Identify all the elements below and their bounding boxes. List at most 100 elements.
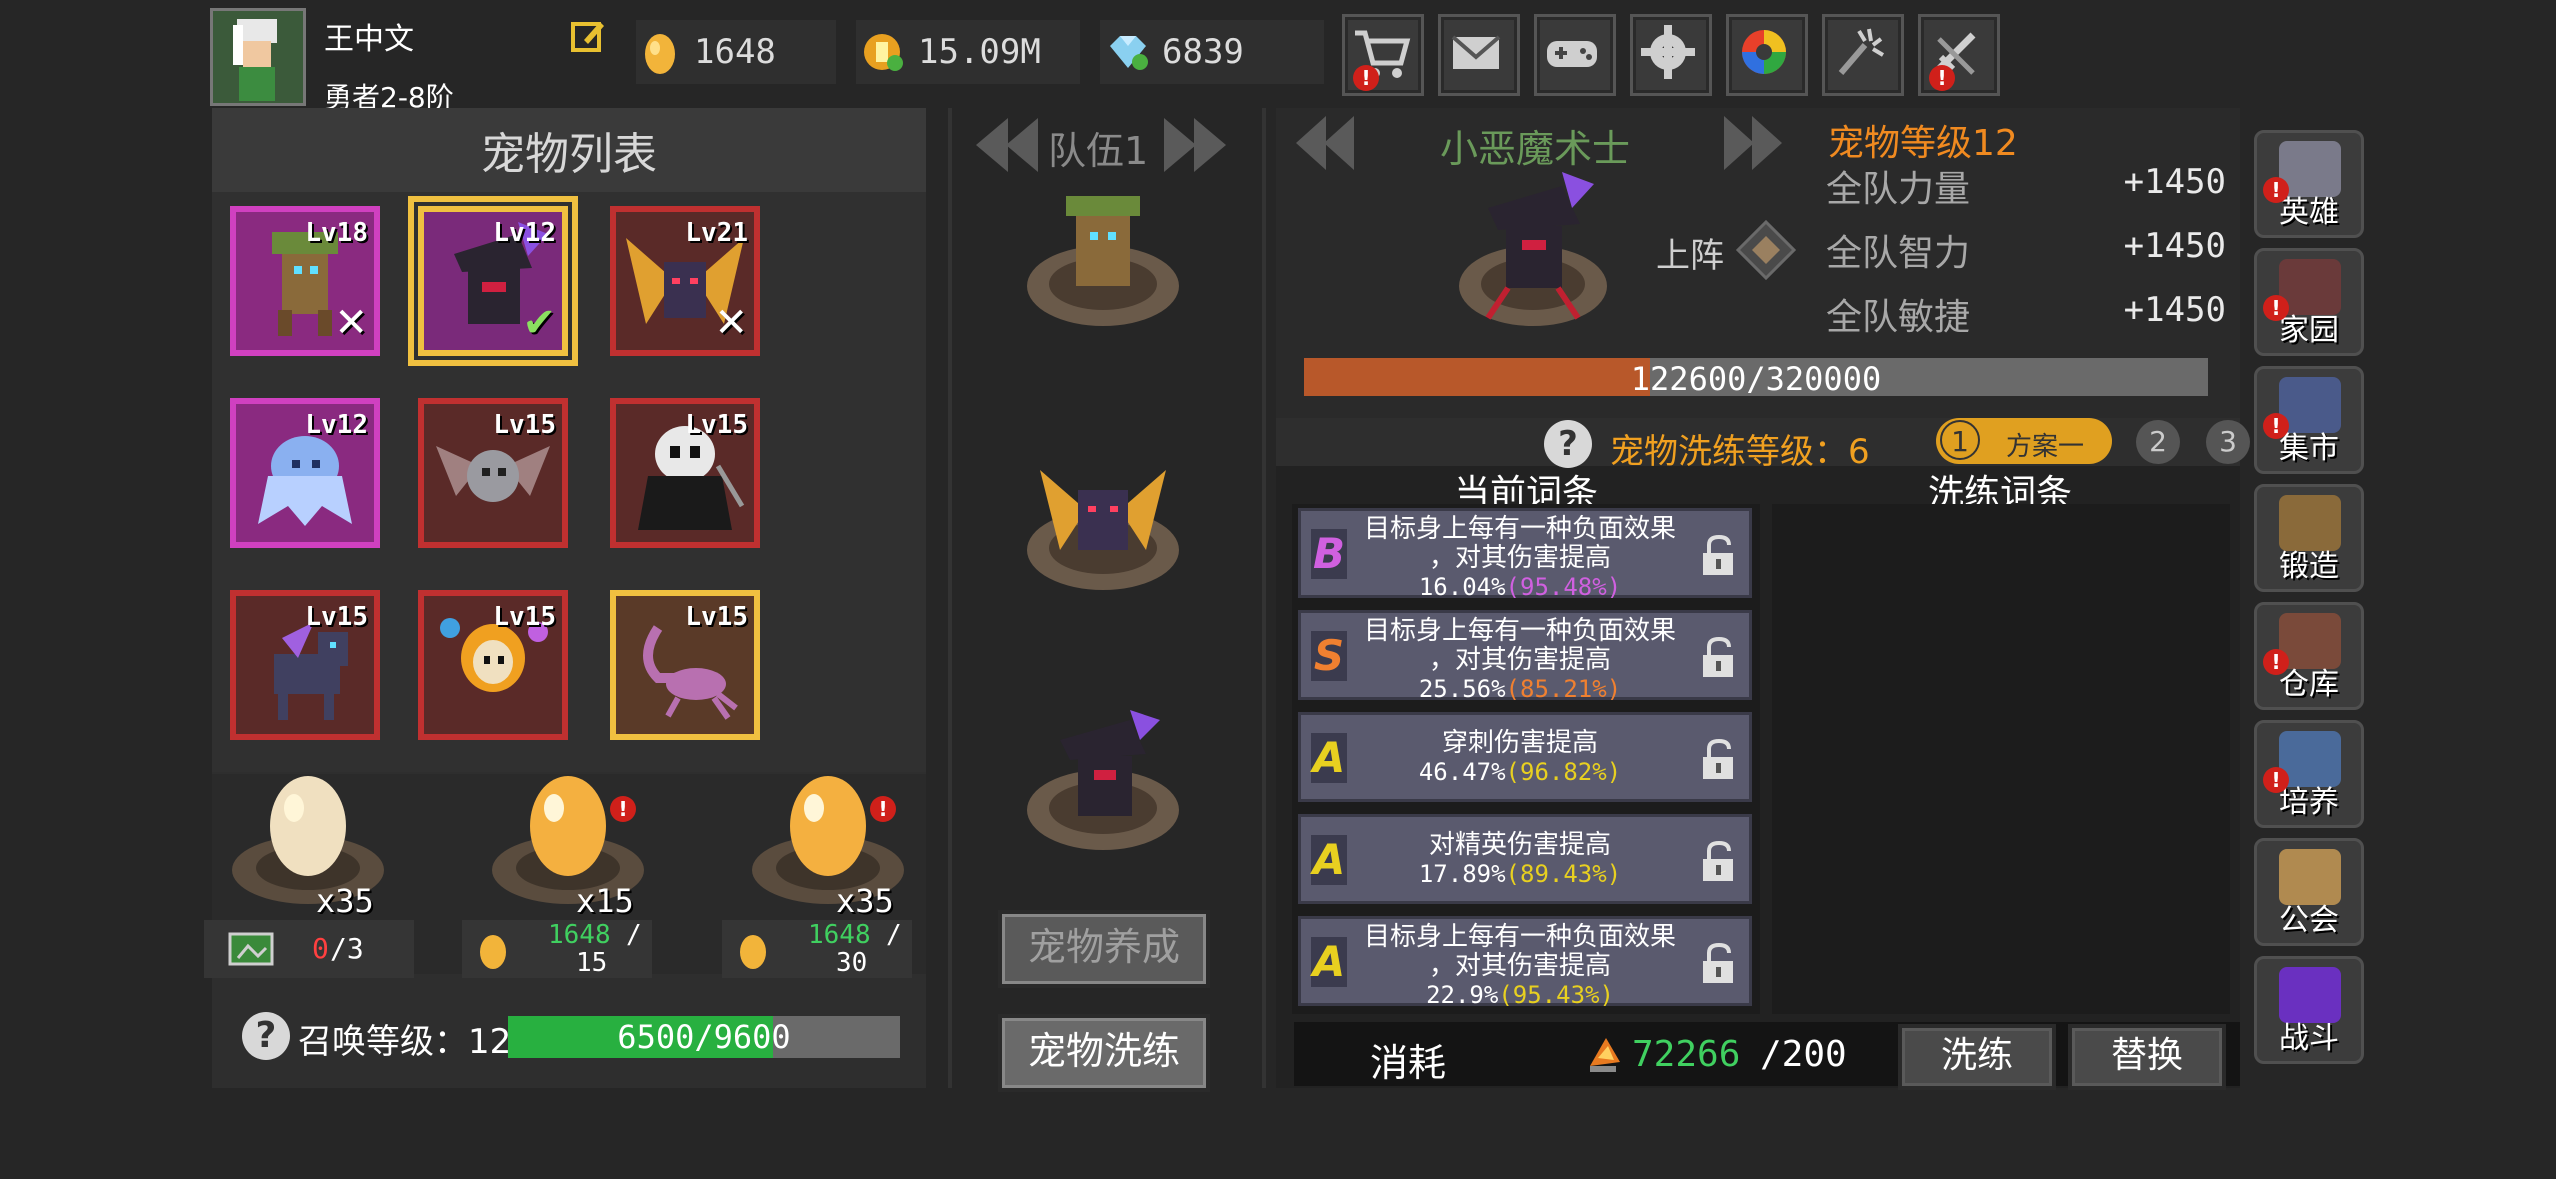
entry-max-value: (89.43%) [1505, 860, 1622, 888]
entry-current-value: 16.04% [1418, 573, 1506, 601]
team-member-3[interactable] [1020, 700, 1186, 860]
exp-text: 122600/320000 [1630, 360, 1882, 398]
exp-bar: 122600/320000 [1304, 358, 2208, 398]
team-prev-arrow[interactable] [966, 110, 1046, 180]
sidebar-item-4[interactable]: 锻造 [2254, 484, 2364, 592]
entry-max-value: (95.48%) [1505, 573, 1622, 601]
pet-level-badge: Lv12 [493, 218, 556, 248]
unlock-icon[interactable] [1699, 636, 1739, 679]
egg-cost: 0/3 [204, 920, 414, 978]
refine-entry[interactable]: S 目标身上每有一种负面效果 ，对其伤害提高 25.56%(85.21%) [1298, 610, 1752, 703]
team-member-2[interactable] [1020, 440, 1186, 600]
plan-tab-1[interactable]: 1 方案一 [1936, 418, 2112, 464]
pet-slot-grey-bat[interactable]: Lv15 [418, 398, 568, 548]
pet-name: 小恶魔术士 [1440, 127, 1631, 171]
egg-cost-need: 30 [836, 948, 868, 978]
entry-grade: S [1311, 631, 1347, 681]
plan-tab-3[interactable]: 3 [2206, 420, 2250, 464]
entry-values: 22.9%(95.43%) [1353, 981, 1687, 1010]
pet-slot-treant[interactable]: Lv18 ✕ [230, 206, 380, 356]
pet-raise-button[interactable]: 宠物养成 [998, 910, 1210, 988]
unlock-icon[interactable] [1699, 738, 1739, 781]
entry-line2: ，对其伤害提高 [1428, 951, 1611, 981]
gamepad-button[interactable] [1534, 14, 1616, 96]
pet-slot-reaper[interactable]: Lv15 [610, 398, 760, 548]
edit-name-icon[interactable] [570, 18, 606, 54]
pet-prev-arrow[interactable] [1284, 110, 1364, 176]
diamond-icon [1106, 32, 1148, 72]
sidebar-item-7[interactable]: 公会 [2254, 838, 2364, 946]
refine-button[interactable]: 洗练 [1898, 1024, 2056, 1090]
gold-count: 15.09M [918, 32, 1041, 72]
refine-entry[interactable]: A 对精英伤害提高 17.89%(89.43%) [1298, 814, 1752, 904]
pet-slot-scorpion[interactable]: Lv15 [610, 590, 760, 740]
refine-help-icon[interactable]: ? [1544, 420, 1592, 468]
sidebar-item-3[interactable]: 集市! [2254, 366, 2364, 474]
sidebar-item-2[interactable]: 家园! [2254, 248, 2364, 356]
entry-current-value: 22.9% [1426, 981, 1499, 1009]
sidebar-item-label: 锻造 [2279, 549, 2339, 584]
pet-slot-purple-pony[interactable]: Lv15 [230, 590, 380, 740]
team-next-arrow[interactable] [1156, 110, 1236, 180]
unlock-icon[interactable] [1699, 534, 1739, 577]
refine-entry[interactable]: A 目标身上每有一种负面效果 ，对其伤害提高 22.9%(95.43%) [1298, 916, 1752, 1009]
summon-level-label: 召唤等级：12 [298, 1022, 512, 1062]
sidebar-alert-icon: ! [2263, 177, 2289, 203]
egg-count: x35 [836, 882, 894, 920]
video-ad-icon[interactable] [228, 930, 278, 968]
sidebar-item-8[interactable]: 战斗 [2254, 956, 2364, 1064]
in-team-x-icon: ✕ [714, 300, 748, 346]
shop-button[interactable]: ! [1342, 14, 1424, 96]
settings-button[interactable] [1630, 14, 1712, 96]
egg-currency-icon [478, 930, 508, 970]
sidebar-alert-icon: ! [2263, 649, 2289, 675]
entry-line2: ，对其伤害提高 [1428, 645, 1611, 675]
pet-level-badge: Lv15 [305, 602, 368, 632]
replace-button[interactable]: 替换 [2068, 1024, 2226, 1090]
egg-summon-2[interactable]: ! x15 [492, 760, 662, 920]
egg-count: 1648 [694, 32, 776, 72]
egg-count: x15 [576, 882, 634, 920]
entry-current-value: 46.47% [1418, 758, 1506, 786]
entry-line1: 目标身上每有一种负面效果 [1363, 616, 1676, 646]
mail-button[interactable] [1438, 14, 1520, 96]
battle-tool-button[interactable]: ! [1918, 14, 2000, 96]
pet-next-arrow[interactable] [1714, 110, 1794, 176]
pet-portrait [1448, 168, 1618, 338]
firework-button[interactable] [1822, 14, 1904, 96]
egg-summon-3[interactable]: ! x35 [752, 760, 922, 920]
entry-max-value: (95.43%) [1498, 981, 1614, 1009]
sidebar-item-6[interactable]: 培养! [2254, 720, 2364, 828]
pet-refine-tab-button[interactable]: 宠物洗练 [998, 1014, 1210, 1092]
plan-tab-2[interactable]: 2 [2136, 420, 2180, 464]
pet-slot-flame-skull[interactable]: Lv15 [418, 590, 568, 740]
unlock-icon[interactable] [1699, 840, 1739, 883]
egg-cost-need: 15 [576, 948, 608, 978]
shop-alert-icon: ! [1353, 65, 1379, 91]
deploy-toggle[interactable] [1734, 218, 1798, 282]
summon-help-icon[interactable]: ? [242, 1012, 290, 1060]
summon-progress-bar: 6500/9600 [508, 1016, 900, 1058]
sidebar-alert-icon: ! [2263, 413, 2289, 439]
sidebar-item-1[interactable]: 英雄! [2254, 130, 2364, 238]
player-avatar[interactable] [210, 8, 306, 106]
pet-slot-little-imp[interactable]: Lv12 ✔ [408, 196, 578, 366]
unlock-icon[interactable] [1699, 942, 1739, 985]
entry-grade: A [1311, 835, 1347, 885]
entry-text: 穿刺伤害提高 46.47%(96.82%) [1353, 729, 1687, 787]
entry-current-value: 25.56% [1418, 675, 1506, 703]
pet-slot-fire-bat[interactable]: Lv21 ✕ [610, 206, 760, 356]
battle-tool-alert-icon: ! [1929, 65, 1955, 91]
egg-summon-1[interactable]: x35 [232, 760, 402, 920]
refine-entry[interactable]: A 穿刺伤害提高 46.47%(96.82%) [1298, 712, 1752, 802]
team-member-1[interactable] [1020, 176, 1186, 336]
entry-text: 对精英伤害提高 17.89%(89.43%) [1353, 831, 1687, 889]
sidebar-item-5[interactable]: 仓库! [2254, 602, 2364, 710]
egg-cost-slash: / [626, 920, 642, 950]
egg-icon [642, 28, 678, 76]
egg-cost-slash: / [886, 920, 902, 950]
color-button[interactable] [1726, 14, 1808, 96]
refine-entry[interactable]: B 目标身上每有一种负面效果 ，对其伤害提高 16.04%(95.48%) [1298, 508, 1752, 601]
pet-slot-ice-ghost[interactable]: Lv12 [230, 398, 380, 548]
ad-count-used: 0 [312, 932, 329, 965]
